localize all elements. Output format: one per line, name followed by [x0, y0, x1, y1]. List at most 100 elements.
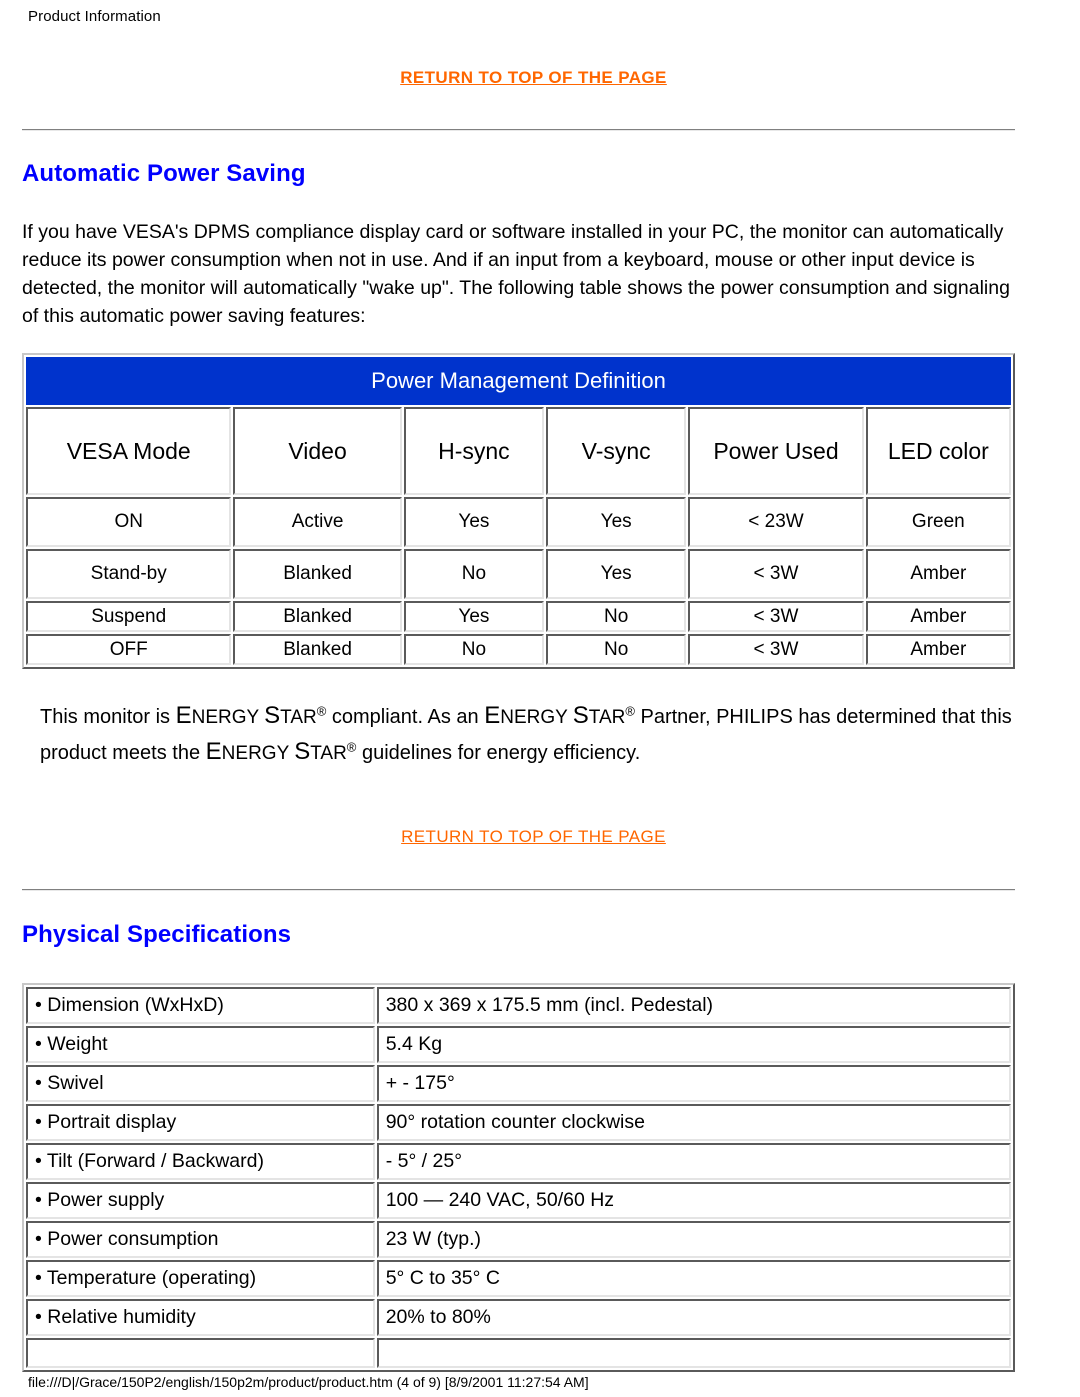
cell-vesa-mode: Stand-by: [26, 549, 232, 599]
column-header-v-sync: V-sync: [546, 407, 687, 495]
spec-value: 90° rotation counter clockwise: [376, 1104, 1011, 1141]
spec-value: 5° C to 35° C: [376, 1260, 1011, 1297]
spec-value: 23 W (typ.): [376, 1221, 1011, 1258]
spec-value: 380 x 369 x 175.5 mm (incl. Pedestal): [376, 987, 1011, 1024]
table-banner-row: Power Management Definition: [26, 357, 1011, 405]
running-header: Product Information: [28, 8, 161, 25]
registered-icon: ®: [346, 739, 357, 755]
spec-value: + - 175°: [376, 1065, 1011, 1102]
energy-star-mark-3d: TAR: [310, 743, 347, 764]
spec-label: • Relative humidity: [26, 1299, 375, 1336]
energy-star-text-2: compliant. As an: [326, 706, 485, 728]
cell-v-sync: Yes: [546, 549, 687, 599]
energy-star-mark-2c: S: [572, 702, 589, 729]
energy-star-paragraph: This monitor is ENERGY STAR® compliant. …: [22, 699, 1015, 771]
spec-label: • Tilt (Forward / Backward): [26, 1143, 375, 1180]
return-to-top-link-1[interactable]: RETURN TO TOP OF THE PAGE: [400, 68, 667, 88]
spec-label: • Swivel: [26, 1065, 375, 1102]
content-column: RETURN TO TOP OF THE PAGE Automatic Powe…: [22, 46, 1015, 1372]
cell-power-used: < 3W: [688, 601, 864, 632]
table-row: • Power supply 100 — 240 VAC, 50/60 Hz: [26, 1182, 1011, 1219]
column-header-video: Video: [233, 407, 402, 495]
page-footer-path: file:///D|/Grace/150P2/english/150p2m/pr…: [28, 1374, 589, 1390]
spec-label: • Weight: [26, 1026, 375, 1063]
power-saving-paragraph: If you have VESA's DPMS compliance displ…: [22, 221, 1010, 327]
table-row: • Tilt (Forward / Backward) - 5° / 25°: [26, 1143, 1011, 1180]
energy-star-mark-1: E: [175, 702, 192, 729]
divider-rule-1: [22, 129, 1015, 131]
section-title-physical-specs: Physical Specifications: [22, 921, 292, 948]
table-row-partial: [26, 1338, 1011, 1368]
cell-video: Blanked: [233, 601, 402, 632]
cell-led-color: Amber: [865, 549, 1011, 599]
divider-rule-2: [22, 889, 1015, 891]
cell-power-used: < 3W: [688, 634, 864, 665]
cell-h-sync: Yes: [403, 497, 545, 547]
registered-icon: ®: [625, 703, 635, 719]
spec-label: • Temperature (operating): [26, 1260, 375, 1297]
cell-v-sync: No: [546, 634, 687, 665]
energy-star-mark-1b: NERGY: [191, 707, 265, 728]
spec-value: 5.4 Kg: [376, 1026, 1011, 1063]
table-row: • Weight 5.4 Kg: [26, 1026, 1011, 1063]
spec-label: • Power supply: [26, 1182, 375, 1219]
spec-label: • Portrait display: [26, 1104, 375, 1141]
table-row: • Swivel + - 175°: [26, 1065, 1011, 1102]
table-row: ON Active Yes Yes < 23W Green: [26, 497, 1011, 547]
table-row: • Temperature (operating) 5° C to 35° C: [26, 1260, 1011, 1297]
physical-specifications-table: • Dimension (WxHxD) 380 x 369 x 175.5 mm…: [22, 983, 1015, 1372]
spec-label: • Dimension (WxHxD): [26, 987, 375, 1024]
return-to-top-container-1: RETURN TO TOP OF THE PAGE: [22, 68, 1015, 88]
energy-star-mark-1d: TAR: [280, 707, 317, 728]
spec-value-partial: [376, 1338, 1011, 1368]
cell-power-used: < 23W: [688, 497, 864, 547]
table-row: • Relative humidity 20% to 80%: [26, 1299, 1011, 1336]
spec-value: 20% to 80%: [376, 1299, 1011, 1336]
registered-icon: ®: [316, 703, 327, 719]
energy-star-mark-2: E: [484, 702, 501, 729]
cell-h-sync: No: [403, 549, 545, 599]
column-header-h-sync: H-sync: [403, 407, 545, 495]
cell-v-sync: Yes: [546, 497, 687, 547]
cell-video: Active: [233, 497, 402, 547]
energy-star-mark-3b: NERGY: [221, 743, 295, 764]
return-to-top-container-2: RETURN TO TOP OF THE PAGE: [22, 827, 1015, 847]
cell-video: Blanked: [233, 634, 402, 665]
table-row: • Portrait display 90° rotation counter …: [26, 1104, 1011, 1141]
cell-h-sync: No: [403, 634, 545, 665]
table-row: • Power consumption 23 W (typ.): [26, 1221, 1011, 1258]
column-header-led-color: LED color: [865, 407, 1011, 495]
power-management-banner: Power Management Definition: [26, 357, 1011, 405]
cell-h-sync: Yes: [403, 601, 545, 632]
table-row: • Dimension (WxHxD) 380 x 369 x 175.5 mm…: [26, 987, 1011, 1024]
energy-star-text-4: guidelines for energy efficiency.: [356, 742, 641, 764]
energy-star-mark-2b: NERGY: [500, 707, 573, 728]
return-to-top-link-2[interactable]: RETURN TO TOP OF THE PAGE: [401, 827, 666, 847]
table-row: Stand-by Blanked No Yes < 3W Amber: [26, 549, 1011, 599]
cell-vesa-mode: OFF: [26, 634, 232, 665]
cell-led-color: Green: [865, 497, 1011, 547]
energy-star-mark-3: E: [205, 738, 222, 765]
cell-power-used: < 3W: [688, 549, 864, 599]
energy-star-mark-3c: S: [294, 738, 311, 765]
table-row: OFF Blanked No No < 3W Amber: [26, 634, 1011, 665]
cell-v-sync: No: [546, 601, 687, 632]
spec-label: • Power consumption: [26, 1221, 375, 1258]
table-header-row: VESA Mode Video H-sync V-sync Power Used…: [26, 407, 1011, 495]
column-header-vesa-mode: VESA Mode: [26, 407, 232, 495]
cell-video: Blanked: [233, 549, 402, 599]
energy-star-mark-1c: S: [264, 702, 281, 729]
section-title-power-saving: Automatic Power Saving: [22, 160, 306, 187]
table-row: Suspend Blanked Yes No < 3W Amber: [26, 601, 1011, 632]
spec-value: - 5° / 25°: [376, 1143, 1011, 1180]
power-management-table: Power Management Definition VESA Mode Vi…: [22, 353, 1015, 669]
page-root: Product Information RETURN TO TOP OF THE…: [0, 0, 1080, 1397]
energy-star-mark-2d: TAR: [588, 707, 626, 728]
energy-star-text-1: This monitor is: [40, 706, 176, 728]
spec-value: 100 — 240 VAC, 50/60 Hz: [376, 1182, 1011, 1219]
cell-vesa-mode: Suspend: [26, 601, 232, 632]
column-header-power-used: Power Used: [688, 407, 864, 495]
cell-vesa-mode: ON: [26, 497, 232, 547]
cell-led-color: Amber: [865, 601, 1011, 632]
cell-led-color: Amber: [865, 634, 1011, 665]
